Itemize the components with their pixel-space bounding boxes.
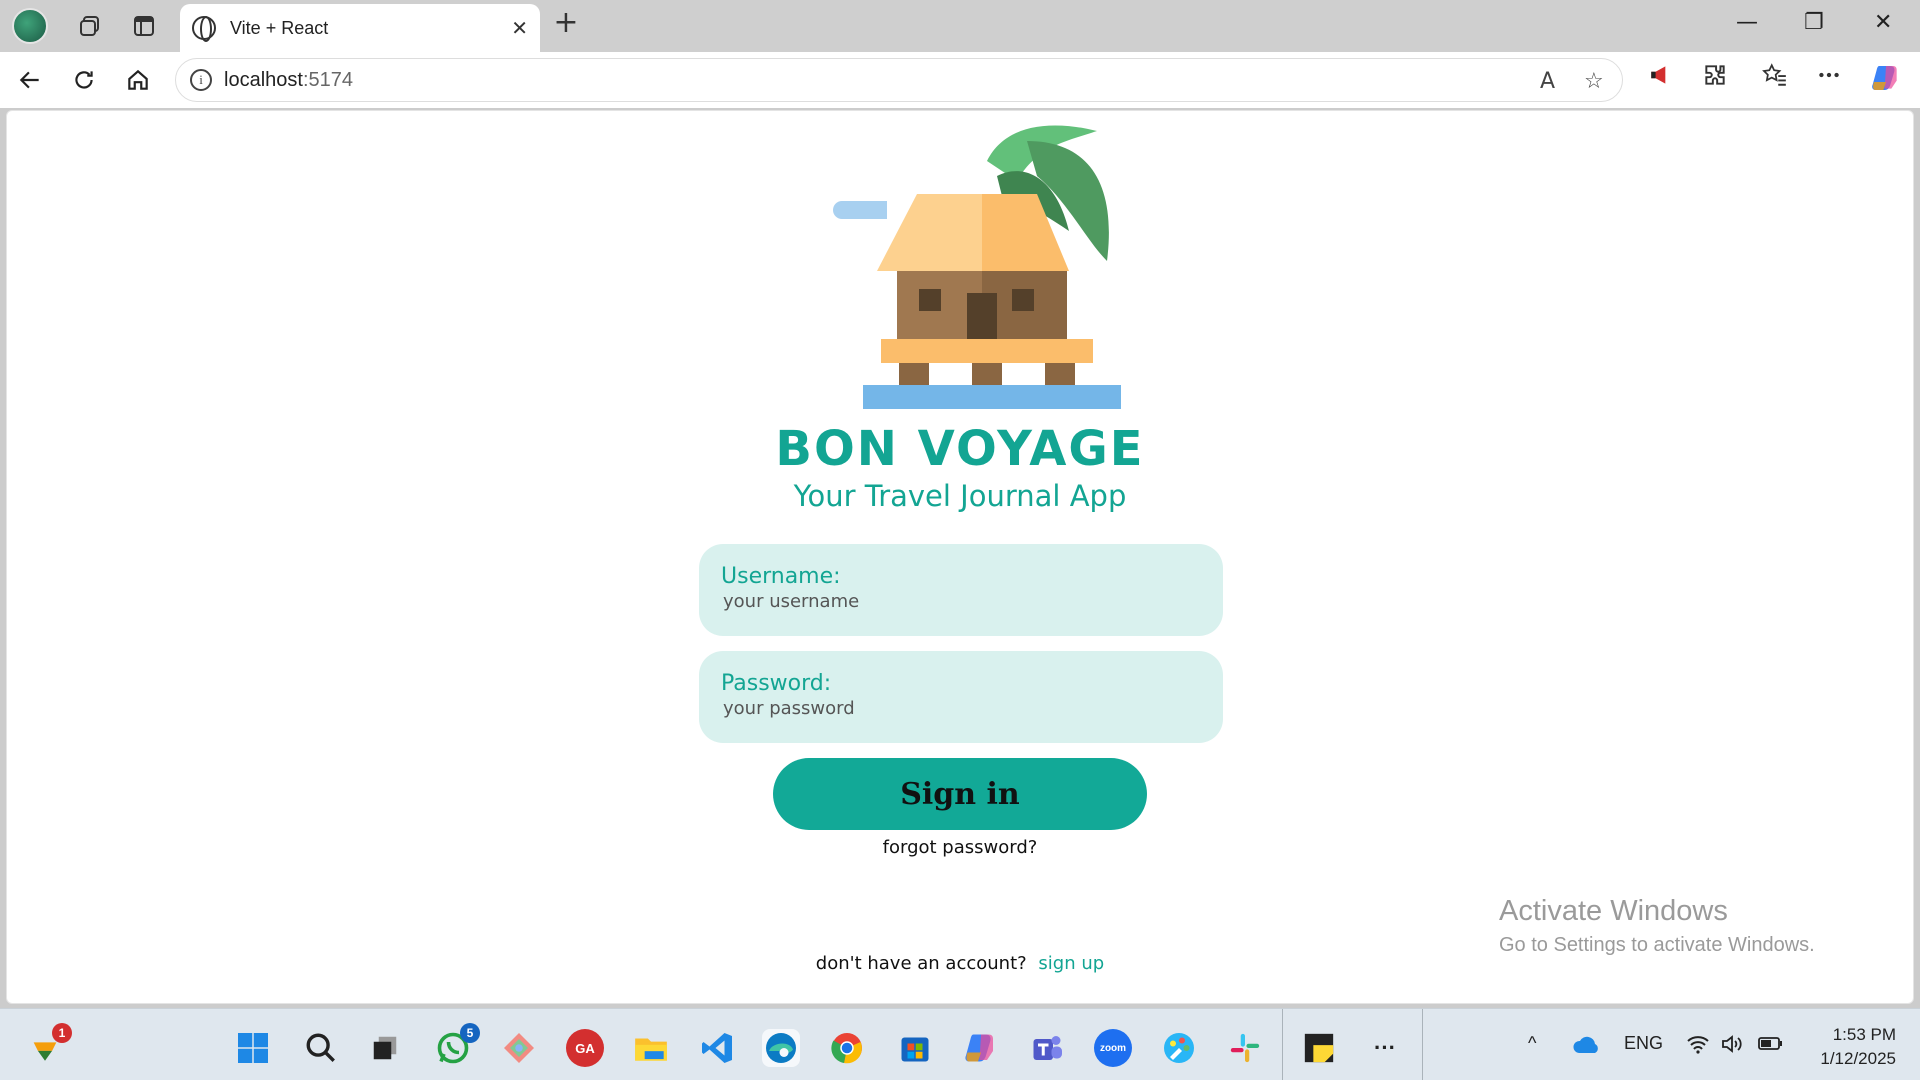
clock-time: 1:53 PM (1832, 1025, 1896, 1044)
volume-icon[interactable] (1720, 1033, 1744, 1060)
taskbar-separator-2 (1422, 1009, 1423, 1080)
language-indicator[interactable]: ENG (1624, 1033, 1663, 1054)
ga-app-icon[interactable]: GA (566, 1029, 604, 1067)
watermark-subtitle: Go to Settings to activate Windows. (1499, 934, 1815, 956)
vscode-icon[interactable] (698, 1029, 736, 1067)
microsoft-store-icon[interactable] (896, 1029, 934, 1067)
close-tab-icon[interactable]: ✕ (511, 16, 528, 40)
forgot-password-link[interactable]: forgot password? (7, 837, 1913, 858)
address-bar[interactable]: i localhost:5174 A ☆ (175, 58, 1623, 102)
workspaces-icon[interactable] (74, 10, 106, 42)
sign-up-link[interactable]: sign up (1038, 953, 1104, 974)
tray-overflow-chevron-icon[interactable]: ^ (1528, 1033, 1536, 1054)
windows-taskbar: 1 5 GA zoom ··· ^ ENG 1:53 PM 1/12/2025 (0, 1008, 1920, 1080)
read-aloud-icon[interactable]: A (1540, 69, 1555, 94)
home-icon[interactable] (122, 64, 154, 96)
page-viewport: BON VOYAGE Your Travel Journal App Usern… (6, 110, 1914, 1004)
megaphone-icon[interactable] (1648, 62, 1674, 94)
copilot-taskbar-icon[interactable] (962, 1029, 1000, 1067)
app-brand-title: BON VOYAGE (775, 421, 1145, 477)
favorite-star-icon[interactable]: ☆ (1584, 69, 1604, 94)
copilot-icon[interactable] (1870, 62, 1902, 100)
clock-date: 1/12/2025 (1820, 1049, 1896, 1068)
more-options-icon[interactable] (1816, 62, 1842, 94)
password-field[interactable]: Password: (699, 651, 1223, 743)
sign-in-button[interactable]: Sign in (773, 758, 1147, 830)
app-tagline: Your Travel Journal App (793, 479, 1127, 513)
username-field[interactable]: Username: (699, 544, 1223, 636)
password-label: Password: (721, 671, 832, 696)
notification-badge: 1 (52, 1023, 72, 1043)
teams-icon[interactable] (1028, 1029, 1066, 1067)
tab-title: Vite + React (230, 17, 329, 38)
chrome-icon[interactable] (828, 1029, 866, 1067)
username-input[interactable] (721, 591, 1201, 612)
back-arrow-icon[interactable] (14, 64, 46, 96)
onedrive-cloud-icon[interactable] (1572, 1035, 1600, 1060)
taskbar-separator (1282, 1009, 1283, 1080)
beach-hut-logo (827, 125, 1121, 409)
notification-app-icon[interactable]: 1 (26, 1023, 72, 1067)
search-icon[interactable] (302, 1029, 340, 1067)
site-info-icon[interactable]: i (190, 69, 212, 91)
favorites-icon[interactable] (1762, 62, 1788, 94)
wifi-icon[interactable] (1686, 1033, 1710, 1060)
watermark-title: Activate Windows (1499, 895, 1728, 927)
browser-tab-active[interactable]: Vite + React ✕ (180, 4, 540, 52)
minimize-button[interactable]: — (1736, 10, 1758, 35)
restore-button[interactable]: ❐ (1804, 10, 1824, 35)
start-windows-icon[interactable] (234, 1029, 272, 1067)
globe-icon (192, 16, 216, 42)
url-host: localhost (224, 68, 303, 91)
refresh-icon[interactable] (68, 64, 100, 96)
new-tab-button[interactable]: + (550, 5, 582, 40)
extensions-icon[interactable] (1702, 62, 1728, 94)
url-text: localhost:5174 (224, 69, 353, 92)
close-window-button[interactable]: ✕ (1874, 10, 1892, 35)
more-apps-icon[interactable]: ··· (1366, 1029, 1404, 1067)
browser-titlebar: Vite + React ✕ + — ❐ ✕ (0, 0, 1920, 52)
password-input[interactable] (721, 698, 1201, 719)
whatsapp-icon[interactable]: 5 (434, 1023, 480, 1067)
paint-icon[interactable] (1160, 1029, 1198, 1067)
slack-icon[interactable] (1226, 1029, 1264, 1067)
sticky-notes-icon[interactable] (1300, 1029, 1338, 1067)
username-label: Username: (721, 564, 841, 589)
vertical-tabs-icon[interactable] (128, 10, 160, 42)
browser-toolbar: i localhost:5174 A ☆ (0, 52, 1920, 108)
no-account-text: don't have an account? (815, 953, 1027, 974)
whatsapp-badge: 5 (460, 1023, 480, 1043)
activate-windows-watermark: Activate Windows Go to Settings to activ… (1499, 895, 1815, 957)
edge-browser-icon[interactable] (762, 1029, 800, 1067)
zoom-icon[interactable]: zoom (1094, 1029, 1132, 1067)
task-view-icon[interactable] (366, 1029, 404, 1067)
file-explorer-icon[interactable] (632, 1029, 670, 1067)
url-port: :5174 (302, 68, 353, 91)
system-clock[interactable]: 1:53 PM 1/12/2025 (1820, 1023, 1896, 1071)
profile-avatar[interactable] (12, 8, 48, 44)
battery-icon[interactable] (1758, 1033, 1784, 1058)
git-app-icon[interactable] (500, 1029, 538, 1067)
